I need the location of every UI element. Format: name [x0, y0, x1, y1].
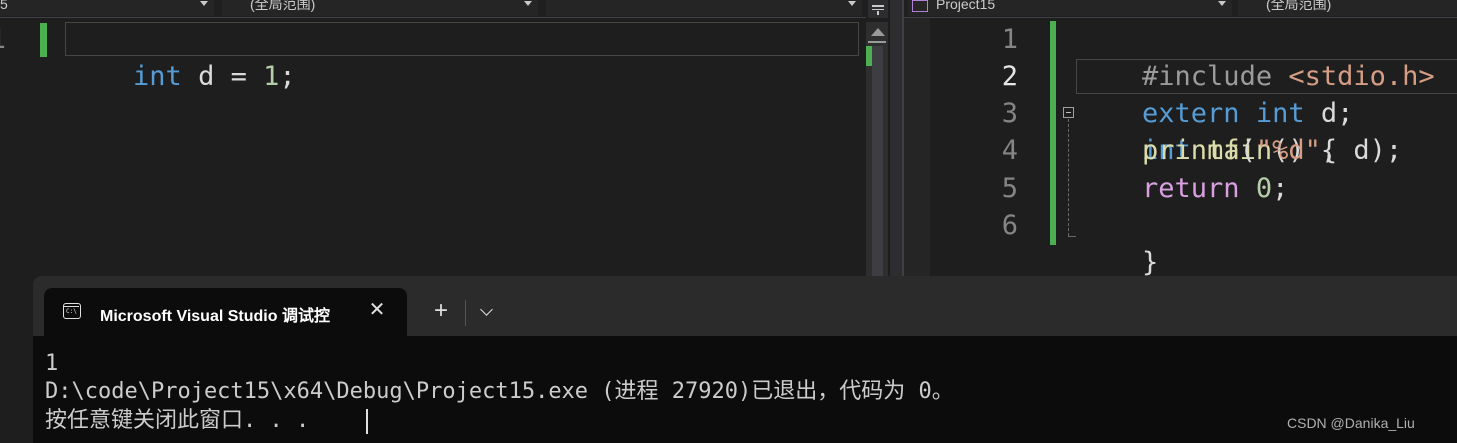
- left-line-number: 1: [0, 21, 6, 58]
- scroll-up-icon[interactable]: [871, 28, 885, 36]
- left-scrollbar[interactable]: [866, 22, 888, 280]
- console-tab-strip: C:\ Microsoft Visual Studio 调试控 ✕ +: [33, 276, 1457, 336]
- text-cursor: [366, 409, 368, 434]
- left-project-dropdown[interactable]: 5: [0, 0, 214, 16]
- console-output-line-2: D:\code\Project15\x64\Debug\Project15.ex…: [45, 379, 954, 404]
- collapse-toggle-icon[interactable]: [1063, 107, 1074, 118]
- left-member-dropdown[interactable]: [546, 0, 862, 16]
- left-project-label: 5: [0, 0, 8, 12]
- chevron-down-icon: [480, 303, 493, 316]
- right-line-number: 3: [1001, 98, 1018, 129]
- outline-guide-end: [1068, 236, 1076, 237]
- console-tab[interactable]: C:\ Microsoft Visual Studio 调试控 ✕: [44, 288, 407, 336]
- right-project-label: Project15: [936, 0, 996, 12]
- console-output-line-1: 1: [45, 351, 59, 376]
- right-line-number: 4: [1001, 135, 1018, 166]
- left-editor: 5 (全局范围) 1 int d = 1;: [0, 0, 890, 280]
- right-scope-label: (全局范围): [1266, 0, 1332, 12]
- watermark: CSDN @Danika_Liu: [1287, 415, 1415, 431]
- chevron-down-icon: [848, 1, 856, 6]
- tab-divider: [465, 300, 466, 326]
- project-icon: [912, 0, 928, 12]
- debug-console-window: C:\ Microsoft Visual Studio 调试控 ✕ + 1 D:…: [33, 276, 1457, 443]
- right-line-number: 6: [1001, 210, 1018, 241]
- close-tab-icon[interactable]: ✕: [367, 300, 387, 320]
- left-change-bar: [40, 23, 47, 57]
- left-scope-label: (全局范围): [250, 0, 316, 12]
- right-editor: Project15 (全局范围) 1 2 3 4 5 6 #include <s…: [904, 0, 1457, 280]
- right-line-number: 5: [1001, 173, 1018, 204]
- console-output-line-3: 按任意键关闭此窗口. . .: [45, 408, 310, 433]
- left-scope-dropdown[interactable]: (全局范围): [222, 0, 538, 16]
- right-change-bar: [1050, 21, 1056, 245]
- left-code-line-1[interactable]: int d = 1;: [68, 21, 296, 132]
- right-project-dropdown[interactable]: Project15: [908, 0, 1232, 16]
- split-editor-button[interactable]: [868, 0, 888, 18]
- right-gutter: [904, 18, 930, 280]
- right-line-number: 1: [1001, 24, 1018, 55]
- scroll-thumb[interactable]: [872, 46, 883, 280]
- right-scope-dropdown[interactable]: (全局范围): [1238, 0, 1457, 16]
- outline-guide: [1068, 119, 1069, 236]
- editor-splitter[interactable]: [890, 0, 902, 280]
- chevron-down-icon: [200, 1, 208, 6]
- chevron-down-icon: [524, 1, 532, 6]
- split-icon: [872, 5, 884, 7]
- console-icon: C:\: [63, 303, 81, 319]
- scroll-up-line: [868, 41, 886, 43]
- console-tab-title: Microsoft Visual Studio 调试控: [100, 308, 330, 325]
- right-line-number: 2: [1001, 61, 1018, 92]
- new-tab-button[interactable]: +: [427, 298, 455, 326]
- chevron-down-icon: [1218, 1, 1226, 6]
- tab-dropdown-button[interactable]: [473, 298, 501, 326]
